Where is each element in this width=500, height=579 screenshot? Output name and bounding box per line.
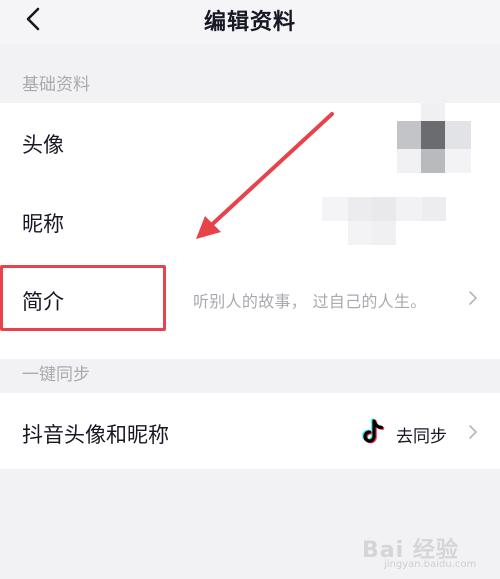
chevron-right-icon [469,291,477,305]
section-label-basic: 基础资料 [22,75,90,95]
row-label-nickname: 昵称 [22,212,64,236]
intro-value: 听别人的故事， 过自己的人生。 [193,292,427,311]
tiktok-logo-icon [362,418,385,444]
row-avatar[interactable]: 头像 [0,103,500,183]
row-label-douyin: 抖音头像和昵称 [22,423,169,447]
row-nickname[interactable]: 昵称 [0,183,500,263]
row-label-avatar: 头像 [22,133,64,157]
highlight-box-annotation [0,265,166,331]
page-title: 编辑资料 [203,10,296,35]
chevron-right-icon [469,425,477,439]
watermark-url: jingyan.baidu.com [384,559,477,570]
section-label-sync: 一键同步 [22,365,90,385]
header-bar: 编辑资料 [0,0,500,44]
sync-action-label[interactable]: 去同步 [396,422,447,447]
